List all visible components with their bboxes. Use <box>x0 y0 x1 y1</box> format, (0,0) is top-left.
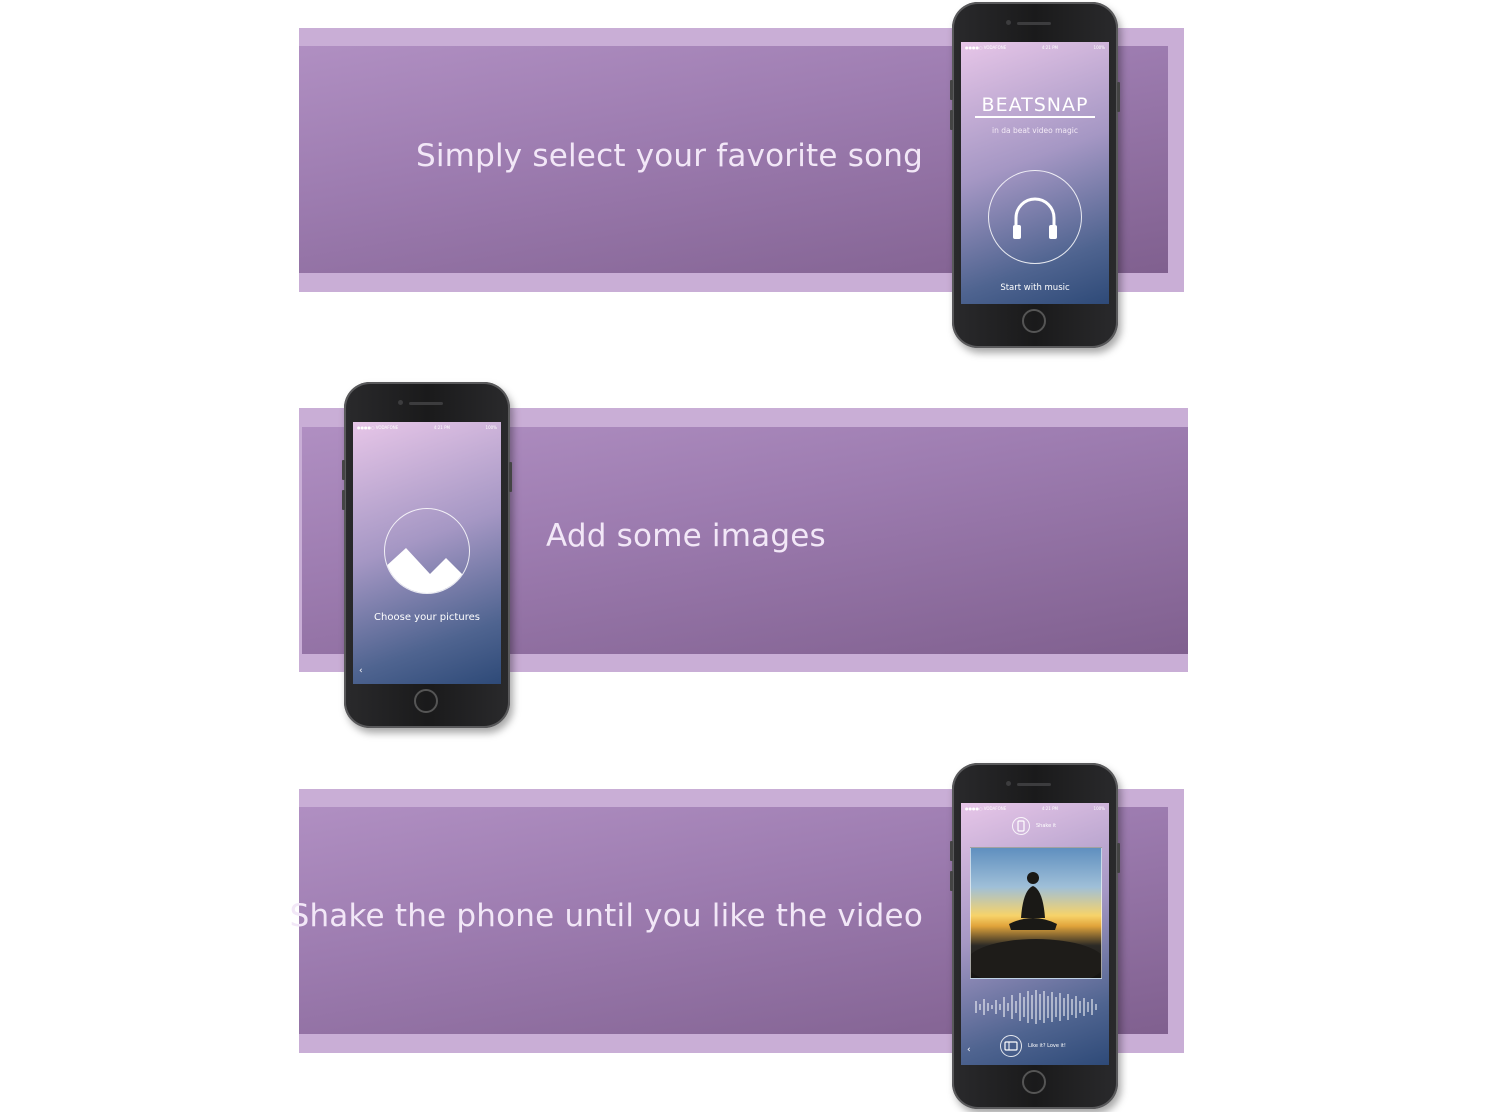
time-label: 4:21 PM <box>1041 44 1058 50</box>
love-it-label[interactable]: Like it? Love it! <box>1028 1043 1066 1049</box>
film-icon[interactable] <box>1000 1035 1022 1057</box>
phone-3: ●●●●○ VODAFONE 4:21 PM 100% Shake it Lik… <box>950 763 1120 1109</box>
start-music-button[interactable] <box>988 170 1082 264</box>
phone-1: ●●●●○ VODAFONE 4:21 PM 100% BEATSNAP in … <box>950 2 1120 348</box>
battery-label: 100% <box>1093 805 1105 811</box>
back-icon[interactable]: ‹ <box>359 666 363 676</box>
phone-2: ●●●●○ VODAFONE 4:21 PM 100% Choose your … <box>342 382 512 728</box>
audio-waveform <box>975 990 1097 1024</box>
meditating-person-image <box>971 872 1101 978</box>
logo-underline <box>975 116 1095 118</box>
front-camera <box>1006 781 1011 786</box>
section-3-text: Shake the phone until you like the video <box>289 898 923 934</box>
time-label: 4:21 PM <box>1041 805 1058 811</box>
phone-3-screen: ●●●●○ VODAFONE 4:21 PM 100% Shake it Lik… <box>961 803 1109 1065</box>
home-button[interactable] <box>1022 309 1046 333</box>
time-label: 4:21 PM <box>433 424 450 430</box>
shake-label: Shake it <box>1036 823 1057 829</box>
shake-icon <box>1012 817 1030 835</box>
carrier-label: ●●●●○ VODAFONE <box>357 424 399 430</box>
home-button[interactable] <box>1022 1070 1046 1094</box>
choose-pictures-button[interactable] <box>384 508 470 594</box>
headphones-icon <box>1012 197 1057 239</box>
battery-label: 100% <box>485 424 497 430</box>
home-button[interactable] <box>414 689 438 713</box>
status-bar: ●●●●○ VODAFONE 4:21 PM 100% <box>961 803 1109 813</box>
carrier-label: ●●●●○ VODAFONE <box>965 44 1007 50</box>
front-camera <box>1006 20 1011 25</box>
app-logo: BEATSNAP <box>981 94 1089 116</box>
front-camera <box>398 400 403 405</box>
battery-label: 100% <box>1093 44 1105 50</box>
app-tagline: in da beat video magic <box>992 126 1078 135</box>
earpiece-speaker <box>1017 22 1051 25</box>
status-bar: ●●●●○ VODAFONE 4:21 PM 100% <box>353 422 501 432</box>
phone-1-screen: ●●●●○ VODAFONE 4:21 PM 100% BEATSNAP in … <box>961 42 1109 304</box>
mountain-image-icon <box>385 547 469 593</box>
carrier-label: ●●●●○ VODAFONE <box>965 805 1007 811</box>
back-icon[interactable]: ‹ <box>967 1045 971 1055</box>
video-preview[interactable] <box>970 847 1102 979</box>
section-2-text: Add some images <box>546 518 826 554</box>
start-music-label[interactable]: Start with music <box>961 283 1109 293</box>
choose-pictures-label[interactable]: Choose your pictures <box>353 612 501 623</box>
earpiece-speaker <box>1017 783 1051 786</box>
status-bar: ●●●●○ VODAFONE 4:21 PM 100% <box>961 42 1109 52</box>
earpiece-speaker <box>409 402 443 405</box>
section-1-text: Simply select your favorite song <box>415 138 923 174</box>
phone-2-screen: ●●●●○ VODAFONE 4:21 PM 100% Choose your … <box>353 422 501 684</box>
